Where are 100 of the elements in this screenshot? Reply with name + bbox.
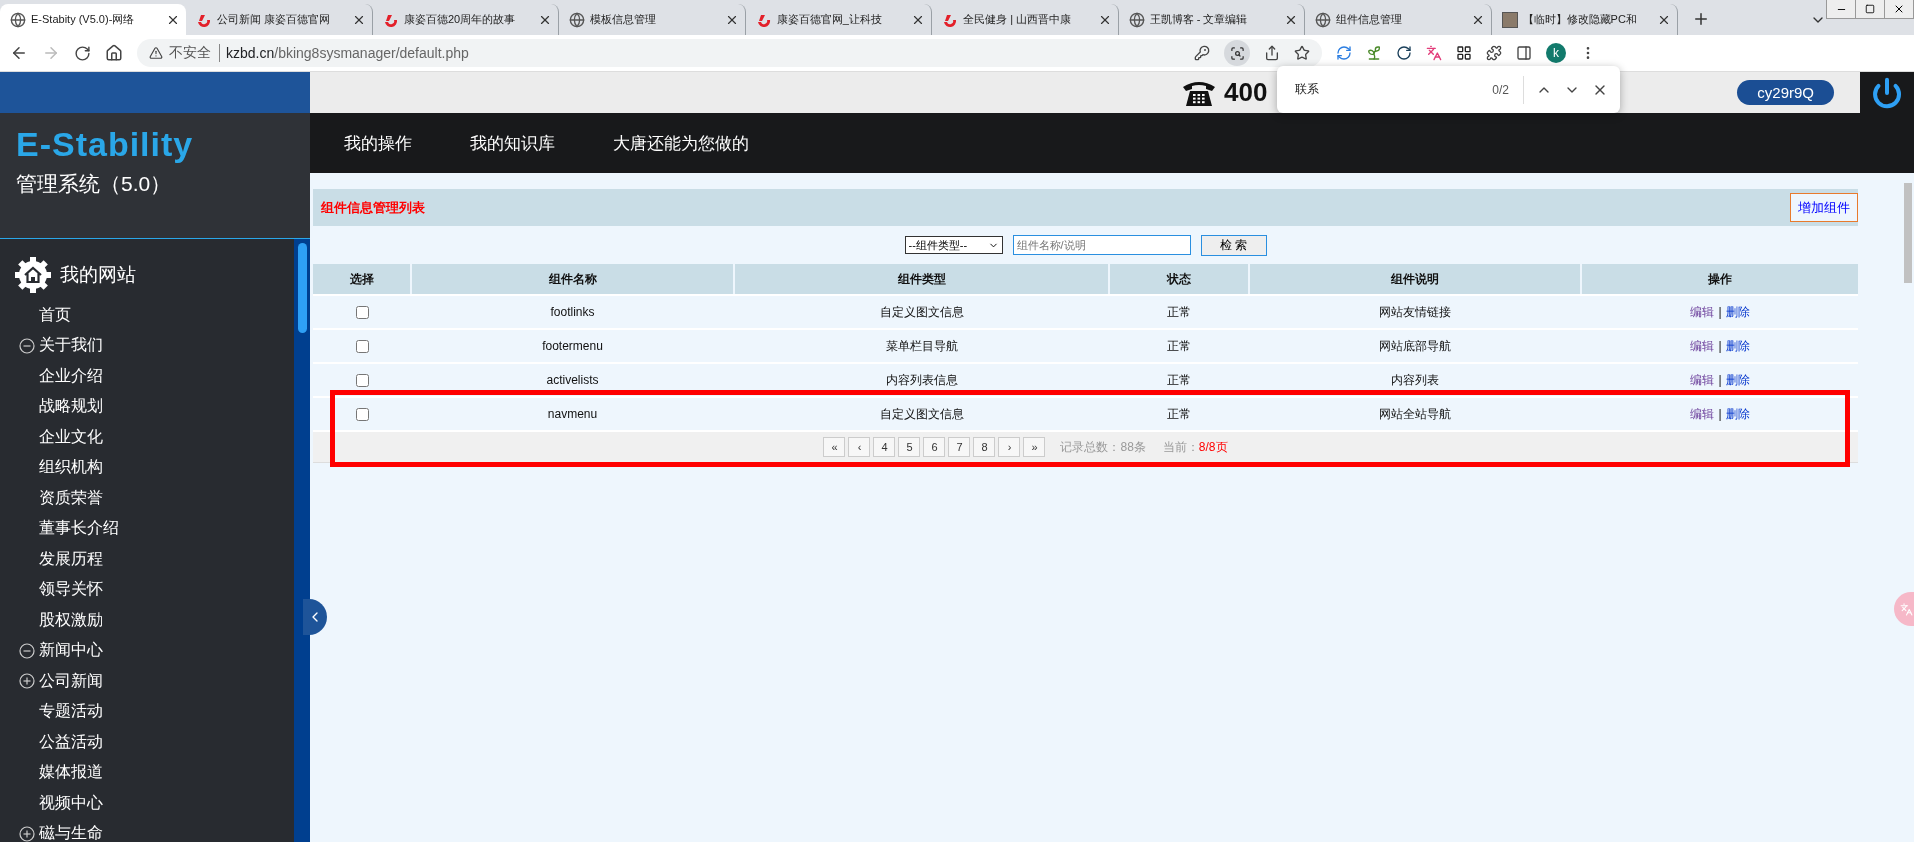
reload-icon[interactable] — [74, 44, 91, 62]
sidebar-item[interactable]: 股权激励 — [14, 605, 294, 636]
sidebar-item[interactable]: 磁与生命 — [14, 818, 294, 842]
globe-icon — [1128, 11, 1145, 28]
record-total: 记录总数：88条 — [1060, 438, 1146, 456]
nav-item[interactable]: 大唐还能为您做的 — [613, 131, 749, 155]
side-panel-icon[interactable] — [1516, 45, 1532, 61]
sidebar-item[interactable]: 领导关怀 — [14, 574, 294, 605]
sidebar-item[interactable]: 新闻中心 — [14, 635, 294, 666]
refresh-icon[interactable] — [1396, 45, 1412, 61]
action-link[interactable]: 删除 — [1725, 371, 1750, 389]
table-cell-text: 内容列表信息 — [884, 371, 959, 389]
sidebar-item[interactable]: 视频中心 — [14, 788, 294, 819]
nav-item[interactable]: 我的知识库 — [470, 131, 555, 155]
page-link[interactable]: ‹ — [848, 437, 871, 457]
collapse-icon[interactable] — [19, 642, 35, 659]
profile-avatar[interactable]: k — [1546, 43, 1566, 63]
user-badge[interactable]: cy29r9Q — [1737, 80, 1834, 105]
page-link[interactable]: 5 — [898, 437, 921, 457]
scrollbar-thumb[interactable] — [1904, 183, 1912, 283]
row-checkbox[interactable] — [355, 339, 369, 353]
warning-icon — [149, 46, 163, 60]
globe-icon — [10, 11, 26, 28]
separator-text: | — [1718, 407, 1722, 421]
column-header: 操作 — [1582, 264, 1858, 294]
page-link[interactable]: 6 — [923, 437, 946, 457]
gear-home-icon — [14, 256, 52, 294]
translate-icon — [1899, 602, 1913, 616]
home-icon[interactable] — [105, 44, 123, 62]
sidebar-item[interactable]: 资质荣誉 — [14, 483, 294, 514]
grid-icon[interactable] — [1456, 45, 1472, 61]
action-link[interactable]: 删除 — [1725, 337, 1750, 355]
page-link[interactable]: « — [823, 437, 846, 457]
column-header: 组件类型 — [735, 264, 1108, 294]
page-link[interactable]: 4 — [873, 437, 896, 457]
power-button[interactable] — [1860, 72, 1914, 113]
page-link[interactable]: » — [1023, 437, 1046, 457]
row-checkbox[interactable] — [355, 407, 369, 421]
sidebar-item[interactable]: 战略规划 — [14, 391, 294, 422]
action-link[interactable]: 编辑 — [1690, 303, 1715, 321]
expand-icon[interactable] — [19, 673, 35, 690]
sidebar-item[interactable]: 企业介绍 — [14, 361, 294, 392]
table-cell-text: 正常 — [1166, 337, 1192, 355]
star-icon[interactable] — [1294, 45, 1310, 61]
page-link[interactable]: 8 — [973, 437, 996, 457]
back-icon[interactable] — [10, 44, 28, 62]
sync-icon[interactable] — [1336, 45, 1352, 61]
action-link[interactable]: 编辑 — [1690, 405, 1715, 423]
sprout-icon[interactable] — [1366, 45, 1382, 61]
browser-tab[interactable]: E-Stabity (V5.0)-网络 — [0, 4, 187, 35]
address-bar[interactable]: 不安全 kzbd.cn/bking8sysmanager/default.php — [137, 39, 1322, 67]
sidebar-item[interactable]: 首页 — [14, 300, 294, 331]
sidebar-item[interactable]: 企业文化 — [14, 422, 294, 453]
restore-icon[interactable] — [1865, 4, 1876, 14]
sidebar-item[interactable]: 董事长介绍 — [14, 513, 294, 544]
page-link[interactable]: › — [998, 437, 1021, 457]
sidebar-item[interactable]: 公益活动 — [14, 727, 294, 758]
action-link[interactable]: 删除 — [1725, 303, 1750, 321]
sidebar-item[interactable]: 专题活动 — [14, 696, 294, 727]
table-cell-text: 网站全站导航 — [1378, 405, 1452, 423]
column-header: 状态 — [1110, 264, 1248, 294]
extensions-icon[interactable] — [1486, 45, 1502, 61]
page-link[interactable]: 7 — [948, 437, 971, 457]
collapse-icon[interactable] — [19, 337, 35, 354]
table-cell-text: activelists — [545, 372, 600, 389]
share-icon[interactable] — [1264, 45, 1280, 61]
type-select[interactable]: --组件类型-- — [904, 236, 1003, 254]
nav-item[interactable]: 我的操作 — [344, 131, 412, 155]
expand-icon[interactable] — [19, 825, 35, 842]
sidebar-item[interactable]: 关于我们 — [14, 330, 294, 361]
sidebar-item[interactable]: 媒体报道 — [14, 757, 294, 788]
scrollbar-thumb[interactable] — [298, 243, 307, 333]
match-count: 0/2 — [1492, 75, 1524, 104]
sidebar-item[interactable]: 发展历程 — [14, 544, 294, 575]
action-link[interactable]: 编辑 — [1690, 371, 1715, 389]
row-checkbox[interactable] — [355, 305, 369, 319]
table-cell-text: 内容列表 — [1390, 371, 1440, 389]
logo-text: E-Stability — [16, 125, 194, 164]
system-title: 管理系统（5.0） — [16, 171, 172, 197]
search-field[interactable]: 组件名称/说明 — [1012, 235, 1191, 255]
column-header: 选择 — [313, 264, 410, 294]
search-icon[interactable] — [1229, 45, 1245, 61]
current-page: 当前：8/8页 — [1162, 438, 1228, 456]
table-cell-text: 正常 — [1166, 405, 1192, 423]
separator-text: | — [1718, 305, 1722, 319]
phone-number: 400 — [1224, 77, 1268, 108]
key-icon[interactable] — [1194, 45, 1210, 61]
find-input[interactable]: 联系 — [1295, 81, 1481, 98]
action-link[interactable]: 编辑 — [1690, 337, 1715, 355]
search-button[interactable]: 检 索 — [1200, 234, 1267, 256]
action-link[interactable]: 删除 — [1725, 405, 1750, 423]
sidebar-item[interactable]: 组织机构 — [14, 452, 294, 483]
translate-icon[interactable] — [1426, 45, 1442, 61]
row-checkbox[interactable] — [355, 373, 369, 387]
table-cell-text: 正常 — [1166, 303, 1192, 321]
sidebar-item[interactable]: 公司新闻 — [14, 666, 294, 697]
panel-title: 组件信息管理列表 — [321, 198, 425, 217]
table-cell-text: navmenu — [546, 406, 599, 423]
add-component-button[interactable]: 增加组件 — [1790, 193, 1858, 222]
table-cell-text: 自定义图文信息 — [878, 303, 965, 321]
